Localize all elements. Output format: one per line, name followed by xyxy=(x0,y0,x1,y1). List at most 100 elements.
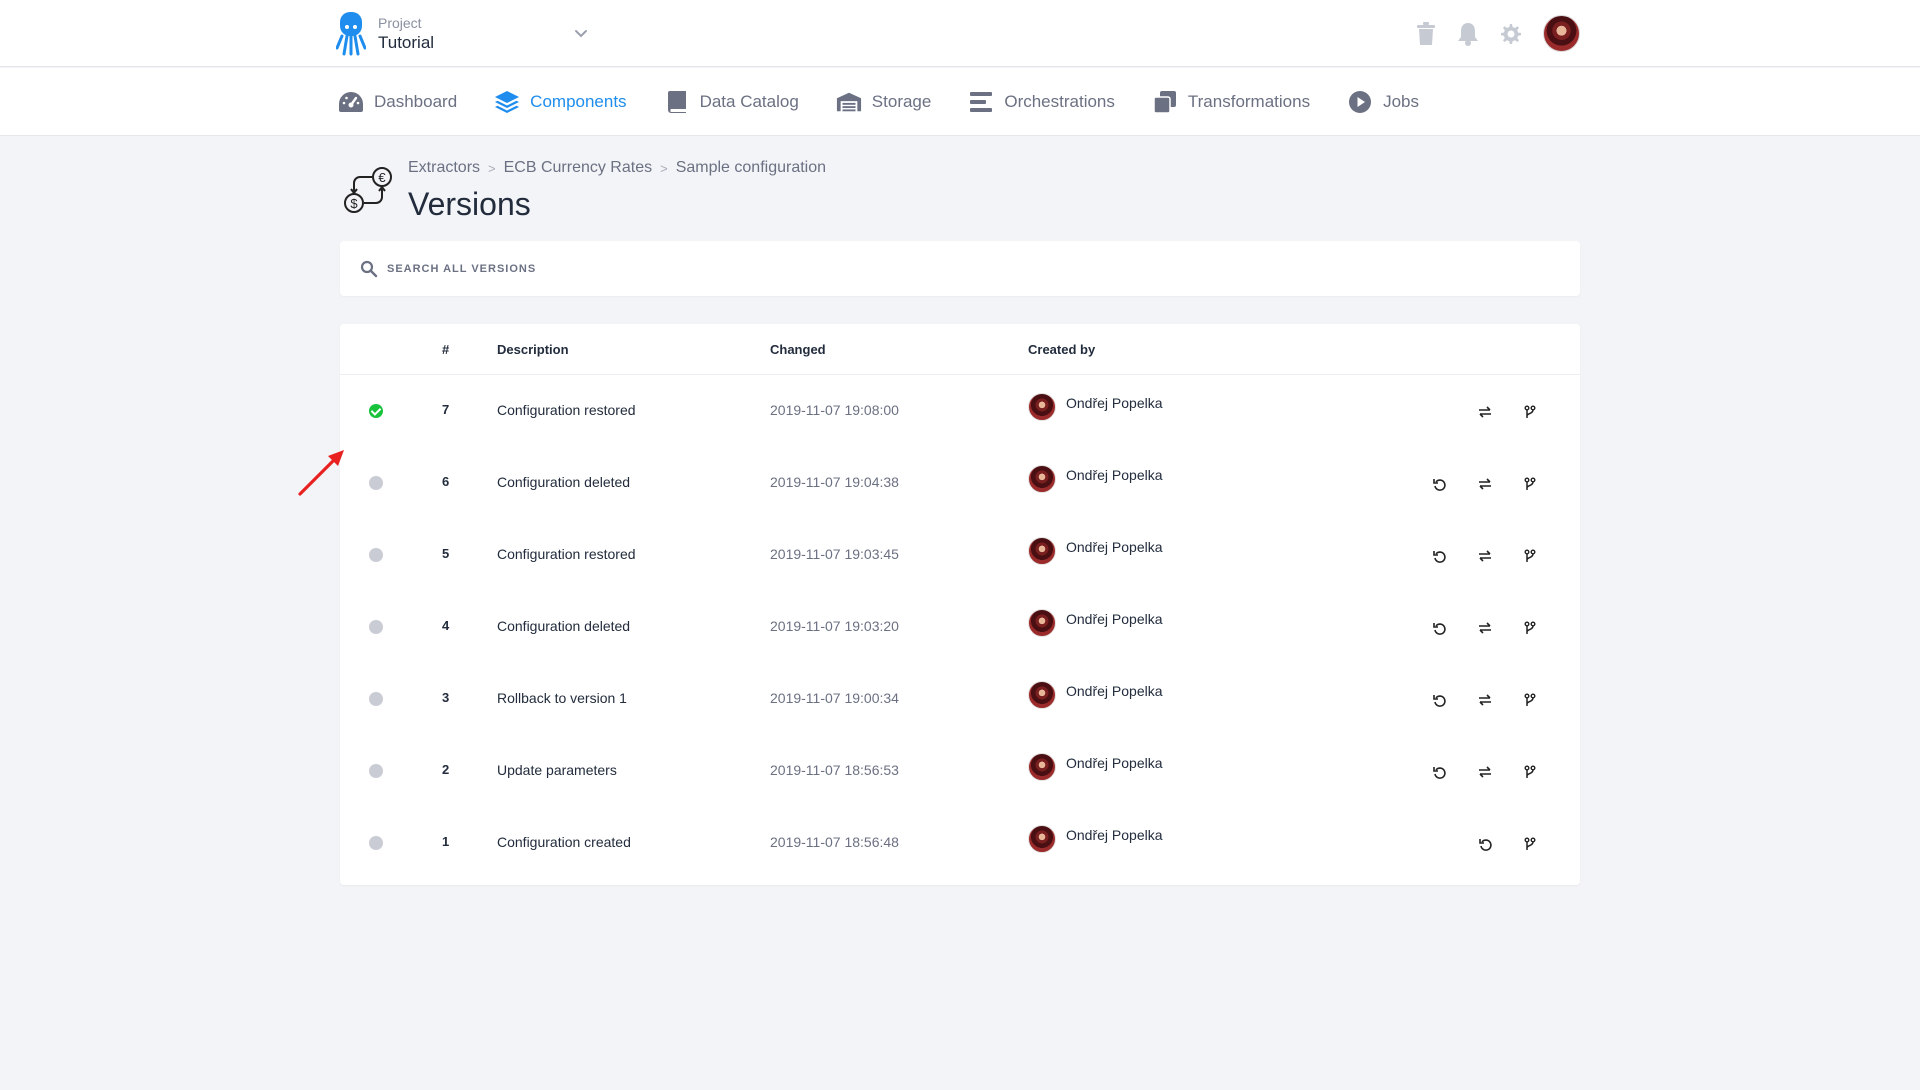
version-number: 3 xyxy=(442,690,450,705)
column-header-number: # xyxy=(442,342,450,357)
avatar xyxy=(1028,681,1056,709)
copy-version-button[interactable] xyxy=(1519,545,1541,567)
compare-arrows-icon xyxy=(1479,622,1491,634)
copy-version-button[interactable] xyxy=(1519,401,1541,423)
restore-button[interactable] xyxy=(1428,761,1450,783)
table-row[interactable]: 6 Configuration deleted 2019-11-07 19:04… xyxy=(340,447,1580,519)
version-author: Ondřej Popelka xyxy=(1028,393,1163,421)
nav-item-dashboard[interactable]: Dashboard xyxy=(338,89,457,115)
breadcrumb: Extractors > ECB Currency Rates > Sample… xyxy=(408,158,826,178)
user-avatar[interactable] xyxy=(1543,15,1580,52)
version-status-dot xyxy=(369,692,383,706)
chevron-down-icon[interactable] xyxy=(572,24,590,42)
undo-icon xyxy=(1432,766,1446,779)
restore-button[interactable] xyxy=(1428,617,1450,639)
code-branch-icon xyxy=(1524,549,1536,562)
table-header: # Description Changed Created by xyxy=(340,324,1580,375)
author-name: Ondřej Popelka xyxy=(1066,683,1163,699)
breadcrumb-item-extractors[interactable]: Extractors xyxy=(408,159,480,177)
avatar xyxy=(1028,393,1056,421)
author-name: Ondřej Popelka xyxy=(1066,827,1163,843)
code-branch-icon xyxy=(1524,477,1536,490)
current-version-check-icon xyxy=(369,404,383,418)
nav-item-transformations[interactable]: Transformations xyxy=(1152,89,1310,115)
table-row[interactable]: 3 Rollback to version 1 2019-11-07 19:00… xyxy=(340,663,1580,735)
nav-item-jobs[interactable]: Jobs xyxy=(1347,89,1419,115)
compare-button[interactable] xyxy=(1474,545,1496,567)
copy-version-button[interactable] xyxy=(1519,473,1541,495)
breadcrumb-item-component[interactable]: ECB Currency Rates xyxy=(504,159,653,177)
copy-version-button[interactable] xyxy=(1519,761,1541,783)
compare-arrows-icon xyxy=(1479,694,1491,706)
version-status-dot xyxy=(369,836,383,850)
chevron-right-icon: > xyxy=(488,160,496,176)
table-row[interactable]: 5 Configuration restored 2019-11-07 19:0… xyxy=(340,519,1580,591)
restore-button[interactable] xyxy=(1428,689,1450,711)
version-changed: 2019-11-07 19:04:38 xyxy=(770,474,899,490)
compare-button[interactable] xyxy=(1474,617,1496,639)
keboola-logo-icon xyxy=(336,12,366,56)
version-changed: 2019-11-07 19:08:00 xyxy=(770,402,899,418)
version-number: 4 xyxy=(442,618,450,633)
copy-version-button[interactable] xyxy=(1519,833,1541,855)
bell-icon[interactable] xyxy=(1455,21,1481,47)
annotation-arrow-icon xyxy=(298,450,344,496)
undo-icon xyxy=(1432,622,1446,635)
book-icon xyxy=(664,89,690,115)
compare-arrows-icon xyxy=(1479,550,1491,562)
copy-icon xyxy=(1152,89,1178,115)
trash-icon[interactable] xyxy=(1413,21,1439,47)
nav-label: Jobs xyxy=(1383,92,1419,111)
undo-icon xyxy=(1478,838,1492,851)
nav-item-data-catalog[interactable]: Data Catalog xyxy=(664,89,799,115)
version-author: Ondřej Popelka xyxy=(1028,825,1163,853)
top-header: Project Tutorial xyxy=(0,0,1920,67)
nav-label: Transformations xyxy=(1187,92,1311,111)
version-number: 2 xyxy=(442,762,450,777)
table-row[interactable]: 4 Configuration deleted 2019-11-07 19:03… xyxy=(340,591,1580,663)
versions-table: # Description Changed Created by 7 Confi… xyxy=(340,324,1580,885)
nav-label: Dashboard xyxy=(374,92,458,111)
restore-button[interactable] xyxy=(1428,545,1450,567)
gear-icon[interactable] xyxy=(1497,21,1523,47)
version-description: Rollback to version 1 xyxy=(497,690,627,706)
project-name: Tutorial xyxy=(378,33,435,52)
column-header-description: Description xyxy=(497,342,569,357)
restore-button[interactable] xyxy=(1474,833,1496,855)
main-nav: Dashboard Components Data Catalog Storag… xyxy=(0,68,1920,136)
compare-button[interactable] xyxy=(1474,689,1496,711)
version-number: 7 xyxy=(442,402,450,417)
version-description: Configuration deleted xyxy=(497,474,631,490)
compare-button[interactable] xyxy=(1474,761,1496,783)
compare-arrows-icon xyxy=(1479,478,1491,490)
version-status-dot xyxy=(369,764,383,778)
code-branch-icon xyxy=(1524,621,1536,634)
nav-item-orchestrations[interactable]: Orchestrations xyxy=(968,89,1115,115)
nav-item-components[interactable]: Components xyxy=(494,89,627,115)
version-description: Configuration restored xyxy=(497,402,636,418)
version-changed: 2019-11-07 18:56:53 xyxy=(770,762,899,778)
project-selector[interactable]: Project Tutorial xyxy=(336,12,434,56)
nav-item-storage[interactable]: Storage xyxy=(836,89,931,115)
breadcrumb-item-configuration[interactable]: Sample configuration xyxy=(676,159,826,177)
layers-icon xyxy=(494,89,520,115)
code-branch-icon xyxy=(1524,693,1536,706)
version-description: Configuration restored xyxy=(497,546,636,562)
table-row[interactable]: 2 Update parameters 2019-11-07 18:56:53 … xyxy=(340,735,1580,807)
search-input[interactable] xyxy=(387,262,1287,275)
bars-icon xyxy=(968,89,994,115)
author-name: Ondřej Popelka xyxy=(1066,611,1163,627)
restore-button[interactable] xyxy=(1428,473,1450,495)
copy-version-button[interactable] xyxy=(1519,689,1541,711)
page-title: Versions xyxy=(408,186,531,222)
version-status-dot xyxy=(369,548,383,562)
version-author: Ondřej Popelka xyxy=(1028,465,1163,493)
compare-button[interactable] xyxy=(1474,473,1496,495)
undo-icon xyxy=(1432,550,1446,563)
compare-button[interactable] xyxy=(1474,401,1496,423)
version-changed: 2019-11-07 18:56:48 xyxy=(770,834,899,850)
table-row[interactable]: 7 Configuration restored 2019-11-07 19:0… xyxy=(340,375,1580,447)
table-row[interactable]: 1 Configuration created 2019-11-07 18:56… xyxy=(340,807,1580,879)
copy-version-button[interactable] xyxy=(1519,617,1541,639)
undo-icon xyxy=(1432,478,1446,491)
